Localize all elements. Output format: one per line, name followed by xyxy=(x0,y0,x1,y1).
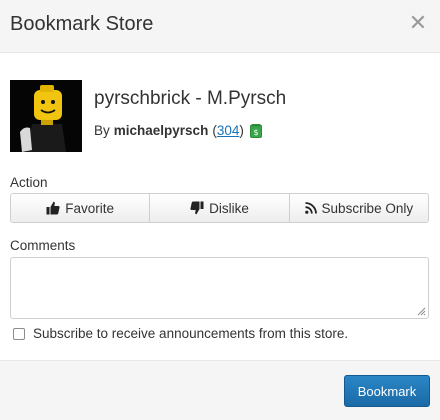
store-name: pyrschbrick - M.Pyrsch xyxy=(94,88,287,109)
svg-text:$: $ xyxy=(253,128,258,137)
count-close-paren: ) xyxy=(239,123,244,138)
comments-textarea[interactable] xyxy=(10,257,429,319)
money-icon: $ xyxy=(249,123,262,138)
favorite-label: Favorite xyxy=(65,200,115,216)
by-label: By xyxy=(94,123,110,138)
favorite-button[interactable]: Favorite xyxy=(11,194,150,222)
thumbs-up-icon xyxy=(46,201,60,215)
dialog-title: Bookmark Store xyxy=(10,13,154,35)
close-button[interactable]: ✕ xyxy=(406,8,430,38)
subscribe-only-label: Subscribe Only xyxy=(321,200,414,216)
rss-icon xyxy=(304,202,317,214)
minifigure-image xyxy=(10,80,82,152)
subscribe-label: Subscribe to receive announcements from … xyxy=(33,326,349,341)
subscribe-checkbox[interactable] xyxy=(13,327,25,340)
dislike-label: Dislike xyxy=(209,200,249,216)
subscribe-checkbox-row[interactable]: Subscribe to receive announcements from … xyxy=(13,326,348,341)
dialog-header: Bookmark Store ✕ xyxy=(0,0,440,53)
thumbs-down-icon xyxy=(190,201,204,215)
resize-grip-icon[interactable] xyxy=(416,306,426,316)
dialog-footer: Bookmark xyxy=(0,361,440,420)
store-count-link[interactable]: 304 xyxy=(217,123,240,138)
close-icon: ✕ xyxy=(408,10,428,35)
bookmark-store-dialog: Bookmark Store ✕ pyrschbrick - M.Pyrsch … xyxy=(0,0,440,420)
store-avatar xyxy=(10,80,82,152)
store-byline: By michaelpyrsch ( 304 ) $ xyxy=(94,123,262,138)
dislike-button[interactable]: Dislike xyxy=(149,194,289,222)
author-link[interactable]: michaelpyrsch xyxy=(114,123,209,138)
action-button-group: Favorite Dislike Subscribe Only xyxy=(10,193,429,223)
comments-label: Comments xyxy=(10,238,76,253)
action-label: Action xyxy=(10,175,48,190)
subscribe-only-button[interactable]: Subscribe Only xyxy=(288,194,428,222)
dialog-body: pyrschbrick - M.Pyrsch By michaelpyrsch … xyxy=(0,53,440,361)
bookmark-button[interactable]: Bookmark xyxy=(344,375,430,407)
